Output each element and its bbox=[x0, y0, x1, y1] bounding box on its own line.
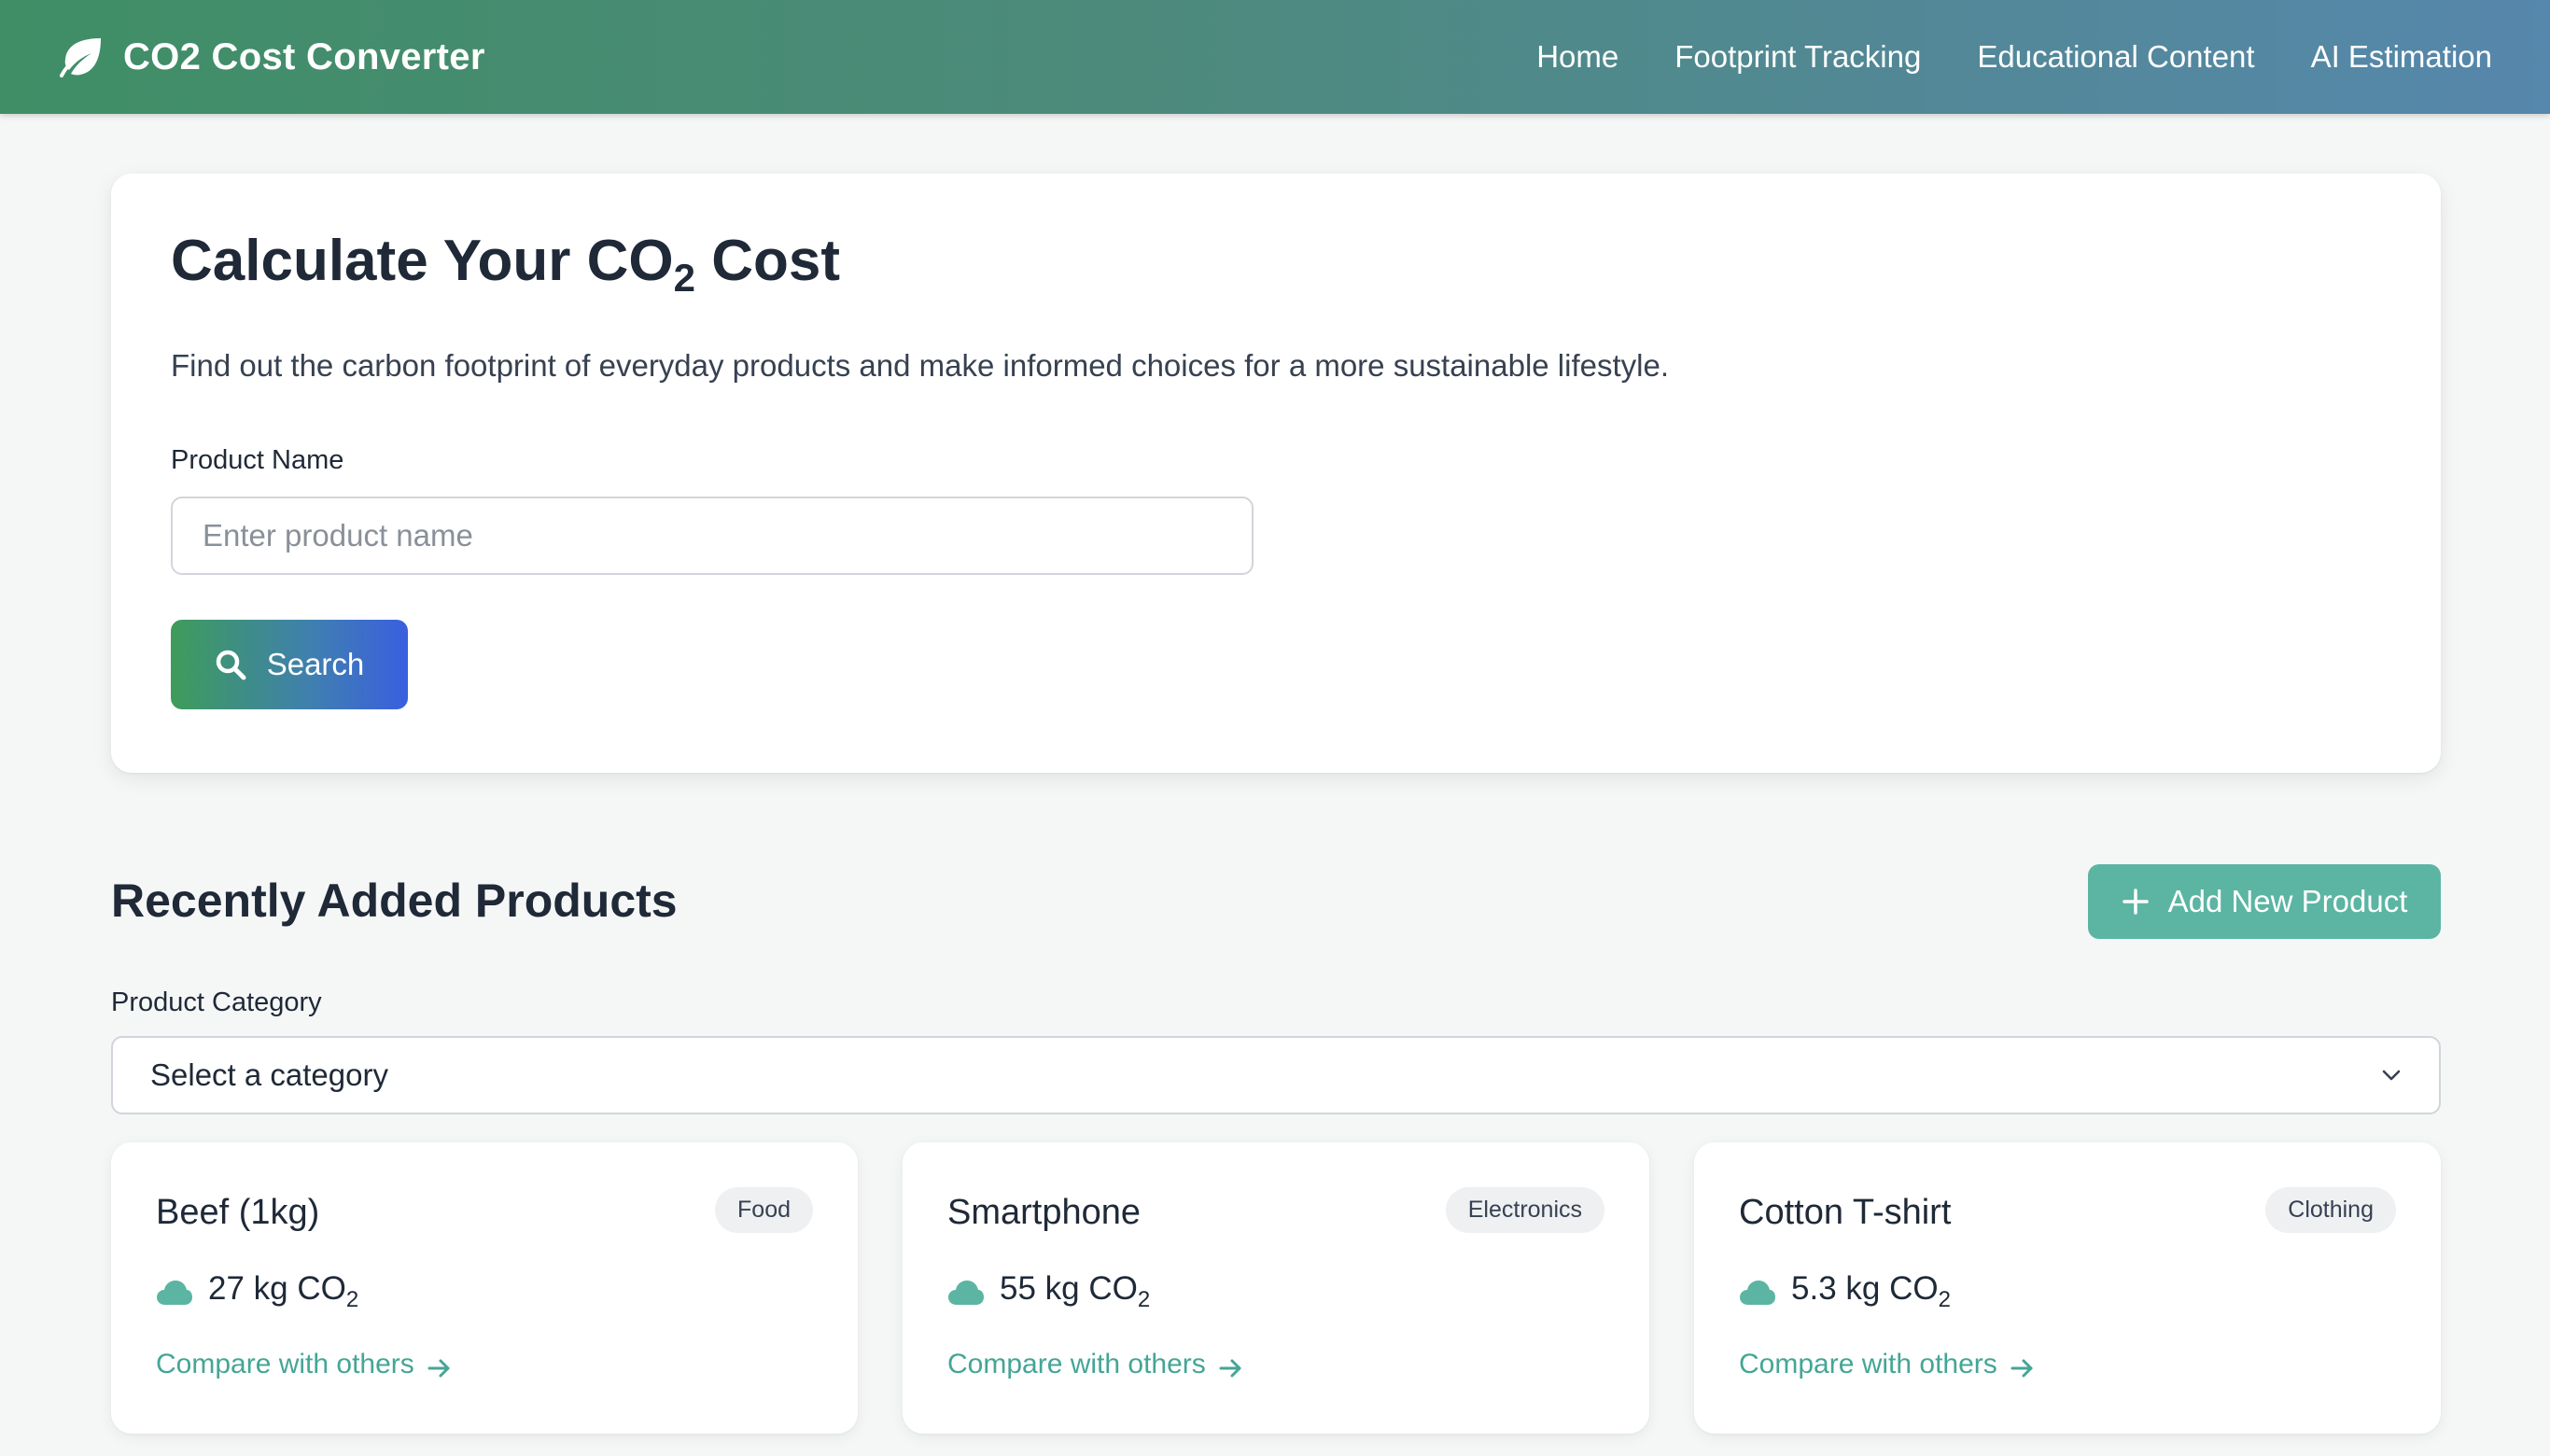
product-card: Cotton T-shirt Clothing 5.3 kg CO2 Compa… bbox=[1694, 1142, 2441, 1434]
nav-link-footprint-tracking[interactable]: Footprint Tracking bbox=[1674, 39, 1921, 75]
category-badge: Clothing bbox=[2265, 1187, 2396, 1233]
co2-amount: 27 kg CO bbox=[208, 1270, 346, 1307]
arrow-right-icon bbox=[427, 1354, 452, 1378]
co2-subscript: 2 bbox=[1938, 1287, 1951, 1312]
co2-amount: 55 kg CO bbox=[1000, 1270, 1138, 1307]
arrow-right-icon bbox=[2011, 1354, 2035, 1378]
compare-link-label: Compare with others bbox=[1739, 1349, 1997, 1379]
arrow-right-icon bbox=[1219, 1354, 1243, 1378]
product-name: Beef (1kg) bbox=[156, 1193, 320, 1232]
compare-link[interactable]: Compare with others bbox=[1739, 1349, 2396, 1380]
product-card-header: Smartphone Electronics bbox=[947, 1187, 1604, 1233]
category-badge: Electronics bbox=[1445, 1187, 1604, 1233]
plus-icon bbox=[2122, 888, 2150, 916]
compare-link-label: Compare with others bbox=[947, 1349, 1206, 1379]
compare-link[interactable]: Compare with others bbox=[156, 1349, 813, 1380]
search-button-label: Search bbox=[266, 647, 365, 682]
title-subscript: 2 bbox=[673, 256, 695, 300]
nav-link-ai-estimation[interactable]: AI Estimation bbox=[2311, 39, 2492, 75]
search-icon bbox=[215, 649, 246, 680]
chevron-down-icon bbox=[2381, 1069, 2402, 1082]
add-new-product-button[interactable]: Add New Product bbox=[2088, 864, 2441, 939]
product-co2: 27 kg CO2 bbox=[156, 1270, 813, 1313]
product-card-header: Beef (1kg) Food bbox=[156, 1187, 813, 1233]
brand[interactable]: CO2 Cost Converter bbox=[58, 36, 485, 78]
co2-subscript: 2 bbox=[1137, 1287, 1151, 1312]
co2-value: 5.3 kg CO2 bbox=[1791, 1270, 1951, 1313]
product-card: Smartphone Electronics 55 kg CO2 Compare… bbox=[903, 1142, 1649, 1434]
product-name: Cotton T-shirt bbox=[1739, 1193, 1952, 1232]
leaf-icon bbox=[58, 36, 105, 77]
page-title: Calculate Your CO2 Cost bbox=[171, 229, 2381, 300]
cloud-icon bbox=[947, 1278, 985, 1306]
product-name: Smartphone bbox=[947, 1193, 1142, 1232]
navbar: CO2 Cost Converter Home Footprint Tracki… bbox=[0, 0, 2550, 114]
calculator-description: Find out the carbon footprint of everyda… bbox=[171, 348, 1670, 384]
calculator-card: Calculate Your CO2 Cost Find out the car… bbox=[111, 174, 2441, 773]
add-new-product-label: Add New Product bbox=[2167, 884, 2408, 918]
cloud-icon bbox=[1739, 1278, 1776, 1306]
co2-value: 27 kg CO2 bbox=[208, 1270, 358, 1313]
co2-value: 55 kg CO2 bbox=[1000, 1270, 1150, 1313]
recent-products-title: Recently Added Products bbox=[111, 875, 678, 927]
product-name-input[interactable] bbox=[171, 497, 1254, 576]
category-selected-value: Select a category bbox=[150, 1057, 388, 1092]
product-co2: 5.3 kg CO2 bbox=[1739, 1270, 2396, 1313]
product-co2: 55 kg CO2 bbox=[947, 1270, 1604, 1313]
product-category-select[interactable]: Select a category bbox=[111, 1036, 2441, 1114]
product-category-label: Product Category bbox=[111, 987, 322, 1017]
title-text: Calculate Your CO bbox=[171, 229, 674, 293]
compare-link-label: Compare with others bbox=[156, 1349, 414, 1379]
nav-link-educational-content[interactable]: Educational Content bbox=[1977, 39, 2254, 75]
search-button[interactable]: Search bbox=[171, 620, 408, 710]
nav-link-home[interactable]: Home bbox=[1536, 39, 1618, 75]
product-card-header: Cotton T-shirt Clothing bbox=[1739, 1187, 2396, 1233]
cloud-icon bbox=[156, 1278, 193, 1306]
brand-title: CO2 Cost Converter bbox=[123, 35, 485, 77]
product-cards: Beef (1kg) Food 27 kg CO2 Compare with o… bbox=[111, 1142, 2441, 1434]
title-suffix: Cost bbox=[694, 229, 840, 293]
co2-subscript: 2 bbox=[345, 1287, 359, 1312]
product-name-label: Product Name bbox=[171, 445, 344, 476]
category-badge: Food bbox=[715, 1187, 813, 1233]
co2-amount: 5.3 kg CO bbox=[1791, 1270, 1939, 1307]
nav-links: Home Footprint Tracking Educational Cont… bbox=[1536, 39, 2492, 75]
compare-link[interactable]: Compare with others bbox=[947, 1349, 1604, 1380]
product-card: Beef (1kg) Food 27 kg CO2 Compare with o… bbox=[111, 1142, 858, 1434]
